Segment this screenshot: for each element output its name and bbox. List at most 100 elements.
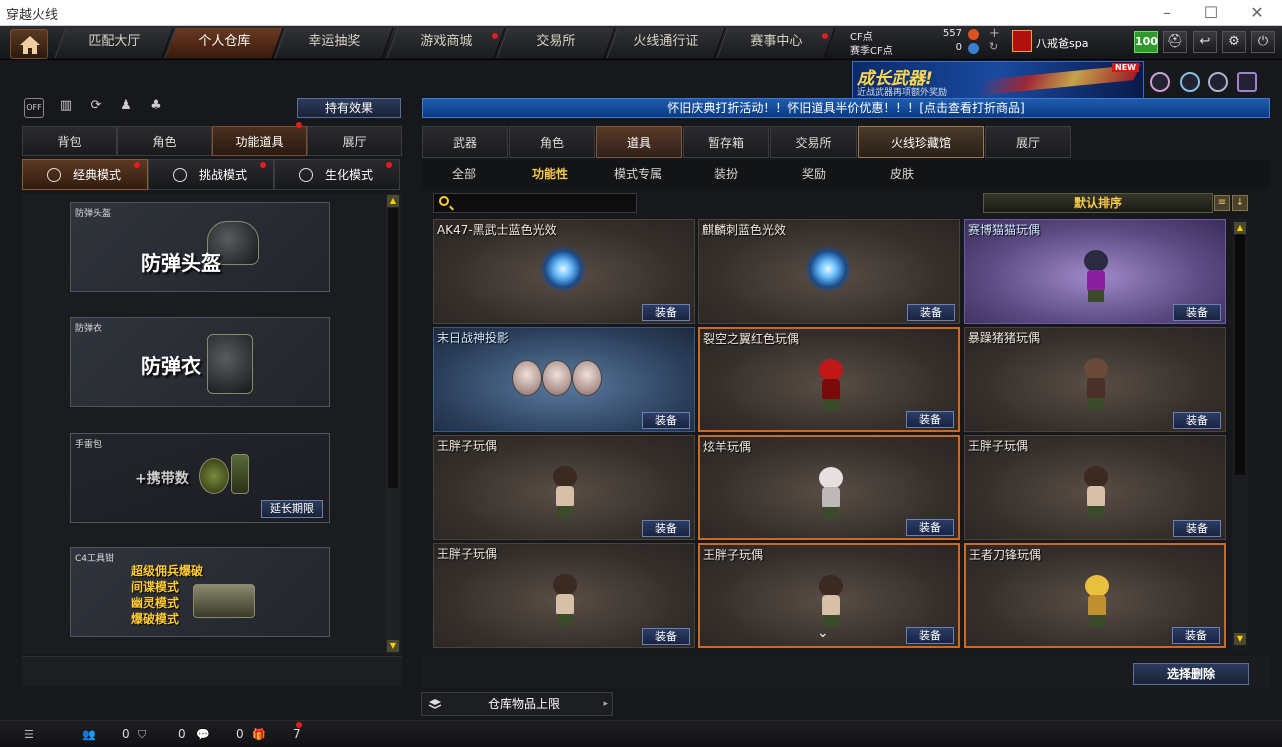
item-card[interactable]: 裂空之翼红色玩偶 装备	[698, 327, 960, 432]
left-scrollbar[interactable]: ▲ ▼	[386, 194, 400, 654]
home-button[interactable]	[10, 29, 48, 59]
item-name: 麒麟刺蓝色光效	[702, 223, 787, 237]
left-tab[interactable]: 功能道具	[212, 126, 307, 156]
mode-tab[interactable]: 经典模式	[22, 159, 148, 190]
item-card[interactable]: 王胖子玩偶 装备	[698, 543, 960, 648]
chevron-down-icon[interactable]: ⌄	[817, 625, 829, 641]
scroll-down-icon[interactable]: ▼	[1234, 633, 1246, 645]
equip-button[interactable]: 装备	[1173, 520, 1221, 537]
nav-tab[interactable]: 匹配大厅	[54, 28, 174, 58]
equip-button[interactable]: 装备	[642, 628, 690, 645]
search-input[interactable]	[433, 193, 637, 213]
right-tab[interactable]: 展厅	[985, 126, 1071, 158]
close-button[interactable]: ✕	[1242, 2, 1272, 24]
cycle-icon[interactable]: ⟳	[86, 98, 106, 118]
equip-button[interactable]: 装备	[1172, 627, 1220, 644]
scroll-up-icon[interactable]: ▲	[1234, 222, 1246, 234]
item-card[interactable]: 炫羊玩偶 装备	[698, 435, 960, 540]
refresh-icon[interactable]: ↻	[989, 40, 998, 53]
list-view-icon[interactable]: ≡	[1214, 195, 1230, 211]
subtab[interactable]: 装扮	[714, 165, 738, 182]
gift-icon[interactable]: 🎁	[252, 728, 266, 741]
subtab[interactable]: 皮肤	[890, 165, 914, 182]
mode-tab[interactable]: 挑战模式	[148, 159, 274, 190]
nav-tab[interactable]: 幸运抽奖	[274, 28, 394, 58]
item-card[interactable]: 王者刀锋玩偶 装备	[964, 543, 1226, 648]
equip-button[interactable]: 装备	[907, 304, 955, 321]
list-icon[interactable]: ☰	[24, 728, 38, 741]
scroll-up-icon[interactable]: ▲	[387, 195, 399, 207]
equip-button[interactable]: 装备	[642, 520, 690, 537]
hold-effect-button[interactable]: 持有效果	[297, 98, 401, 118]
helmet-card[interactable]: 防弹头盔 防弹头盔	[70, 202, 330, 292]
left-tab[interactable]: 背包	[22, 126, 117, 156]
item-card[interactable]: 麒麟刺蓝色光效装备	[698, 219, 960, 324]
right-tab[interactable]: 暂存箱	[683, 126, 769, 158]
right-tab[interactable]: 交易所	[770, 126, 857, 158]
right-tab[interactable]: 道具	[596, 126, 682, 158]
return-icon[interactable]: ↩	[1193, 31, 1217, 53]
shield-icon[interactable]: ⛉	[138, 728, 152, 741]
right-tab[interactable]: 火线珍藏馆	[858, 126, 984, 158]
equip-button[interactable]: 装备	[906, 519, 954, 536]
item-card[interactable]: 王胖子玩偶 装备	[433, 543, 695, 648]
grenade-card[interactable]: 手雷包 +携带数 延长期限	[70, 433, 330, 523]
bag-icon[interactable]: ♣	[146, 98, 166, 118]
minimize-button[interactable]: –	[1152, 2, 1182, 24]
power-icon[interactable]: ⏻	[1251, 31, 1275, 53]
select-delete-button[interactable]: 选择删除	[1133, 663, 1249, 685]
user-box[interactable]: 八戒爸spa	[1010, 29, 1130, 55]
gear-icon[interactable]: ⚙	[1222, 31, 1246, 53]
emblem-icon[interactable]	[1150, 72, 1170, 92]
mode-tab[interactable]: 生化模式	[274, 159, 400, 190]
equip-button[interactable]: 装备	[642, 304, 690, 321]
item-card[interactable]: 末日战神投影 装备	[433, 327, 695, 432]
nav-tab[interactable]: 个人仓库	[164, 28, 284, 58]
equip-button[interactable]: 装备	[642, 412, 690, 429]
scroll-thumb[interactable]	[388, 208, 398, 488]
bars-icon[interactable]: ▥	[56, 98, 76, 118]
vest-card[interactable]: 防弹衣 防弹衣	[70, 317, 330, 407]
nav-tab[interactable]: 火线通行证	[606, 28, 726, 58]
subtab[interactable]: 全部	[452, 165, 476, 182]
star-icon[interactable]	[1208, 72, 1228, 92]
helmet-icon[interactable]: ⛑	[1163, 31, 1187, 53]
friends-icon[interactable]: 👥	[82, 728, 96, 741]
item-card[interactable]: 赛博猫猫玩偶 装备	[964, 219, 1226, 324]
right-tab[interactable]: 角色	[509, 126, 595, 158]
right-scrollbar[interactable]: ▲ ▼	[1232, 219, 1248, 649]
item-card[interactable]: 王胖子玩偶 装备	[964, 435, 1226, 540]
c4-tool-card[interactable]: C4工具钳 超级佣兵爆破 间谍模式 幽灵模式 爆破模式	[70, 547, 330, 637]
subtab[interactable]: 功能性	[532, 165, 568, 182]
item-card[interactable]: 王胖子玩偶 装备	[433, 435, 695, 540]
w-logo-icon[interactable]	[1237, 72, 1257, 92]
chat-icon[interactable]: 💬	[196, 728, 210, 741]
person-icon[interactable]: ♟	[116, 98, 136, 118]
nav-tab[interactable]: 交易所	[496, 28, 616, 58]
scroll-thumb[interactable]	[1235, 235, 1245, 475]
left-tab[interactable]: 角色	[117, 126, 212, 156]
equip-button[interactable]: 装备	[906, 411, 954, 428]
sort-down-icon[interactable]: ↓	[1232, 195, 1248, 211]
subtab[interactable]: 奖励	[802, 165, 826, 182]
sort-select[interactable]: 默认排序	[983, 193, 1213, 213]
item-card[interactable]: AK47-黑武士蓝色光效 装备	[433, 219, 695, 324]
toggle-off-icon[interactable]: OFF	[24, 98, 44, 118]
extend-button[interactable]: 延长期限	[261, 500, 323, 518]
nav-tab[interactable]: 赛事中心	[716, 28, 836, 58]
scroll-down-icon[interactable]: ▼	[387, 640, 399, 652]
equip-button[interactable]: 装备	[1173, 304, 1221, 321]
sale-notice[interactable]: 怀旧庆典打折活动！！怀旧道具半价优惠！！！[点击查看打折商品]	[422, 98, 1270, 118]
promo-banner[interactable]: 成长武器! 近战武器再项额外奖励 NEW	[852, 61, 1144, 99]
equip-button[interactable]: 装备	[1173, 412, 1221, 429]
nav-tab[interactable]: 游戏商城	[386, 28, 506, 58]
item-card[interactable]: 暴躁猪猪玩偶 装备	[964, 327, 1226, 432]
globe-icon[interactable]	[1180, 72, 1200, 92]
left-tab[interactable]: 展厅	[307, 126, 402, 156]
subtab[interactable]: 模式专属	[614, 165, 662, 182]
maximize-button[interactable]: ☐	[1196, 2, 1226, 24]
equip-button[interactable]: 装备	[906, 627, 954, 644]
right-tab[interactable]: 武器	[422, 126, 508, 158]
add-cf-icon[interactable]: +	[989, 26, 1000, 41]
storage-limit-bar[interactable]: 仓库物品上限 ▸	[421, 692, 613, 716]
